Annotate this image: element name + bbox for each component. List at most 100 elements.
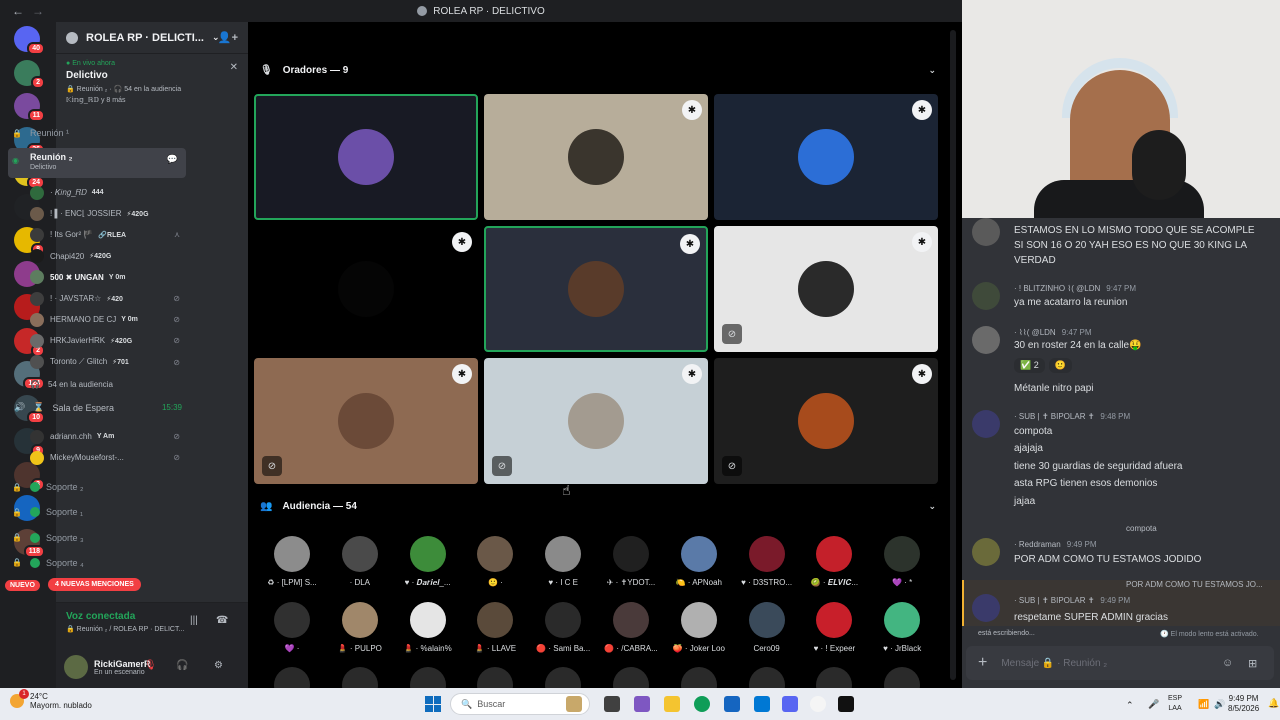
chat-bubble-icon[interactable]: 💬 [167, 154, 178, 165]
wifi-icon[interactable]: 📶 [1198, 699, 1209, 709]
reaction-check[interactable]: ✅ 2 [1014, 358, 1045, 373]
channel-reunion-2[interactable]: ◉ Reunión ₂ Delictivo 💬 [8, 148, 186, 178]
speaker-tile[interactable]: ✱ [484, 94, 708, 220]
audience-header[interactable]: 👥 Audiencia — 54 ⌄ [260, 496, 940, 516]
widget-icon[interactable] [566, 696, 582, 712]
invite-icon[interactable]: 👤+ [218, 31, 238, 44]
audience-member[interactable]: Cero09 [735, 602, 799, 653]
voice-user[interactable]: HRKJavierHRK ⚡420G ⊘ [30, 330, 186, 351]
channel-soporte[interactable]: 🔒 Soporte ₂ [8, 476, 186, 498]
audience-member[interactable] [328, 667, 392, 688]
audience-member[interactable] [396, 667, 460, 688]
reaction-add[interactable]: 🙂 [1048, 358, 1072, 373]
speaker-tile[interactable]: ✱ ⊘ [484, 358, 708, 484]
stage-scrollbar[interactable] [950, 30, 956, 680]
audience-member[interactable]: 🍑 · Joker Loo [667, 602, 731, 653]
speaker-tile[interactable] [254, 94, 478, 220]
settings-gear-icon[interactable]: ⚙ [214, 660, 223, 671]
audience-member[interactable]: ♥ · 𝑫𝒂𝒓𝒊𝒆𝒍_... [396, 536, 460, 588]
audience-member[interactable]: 💜 · * [870, 536, 934, 587]
channel-reunion-1[interactable]: 🔒 Reunión ¹ [8, 122, 186, 144]
audience-count[interactable]: 🎧 54 en la audiencia [30, 374, 186, 395]
windows-start-icon[interactable] [425, 696, 441, 712]
channel-sala-de-espera[interactable]: 🔊 ⌛ Sala de Espera 15:39 [8, 402, 186, 413]
emoji-icon[interactable]: ☺ [1222, 657, 1233, 669]
audience-member[interactable]: 🥝 · 𝑬𝑳𝑽𝑰𝑪... [802, 536, 866, 588]
speaker-tile[interactable]: ✱ [254, 226, 478, 352]
server-icon[interactable]: 2 [14, 59, 45, 89]
task-view-icon[interactable] [604, 696, 620, 712]
disconnect-icon[interactable]: ☎ [216, 615, 228, 626]
channel-soporte[interactable]: 🔒 Soporte ₄ [8, 552, 186, 574]
audience-member[interactable] [531, 667, 595, 688]
edge-browser-icon[interactable] [694, 696, 710, 712]
reply-preview[interactable]: POR ADM COMO TU ESTAMOS JO... [1126, 580, 1263, 589]
weather-widget[interactable]: 1 24°C Mayorm. nublado [10, 689, 92, 710]
audience-member[interactable]: 🙂 · [463, 536, 527, 587]
copilot-icon[interactable] [634, 696, 650, 712]
voice-user[interactable]: ! Its Gor² 🏴 🔗RLEA ⋏ [30, 224, 186, 245]
store-icon[interactable] [724, 696, 740, 712]
speakers-header[interactable]: 🎙 Oradores — 9 ⌄ [260, 60, 940, 80]
mute-icon[interactable]: 🎙 [144, 660, 157, 671]
notification-bell-icon[interactable]: 🔔 [1268, 698, 1279, 708]
soundwave-icon[interactable]: ||| [190, 615, 198, 626]
audience-member[interactable] [870, 667, 934, 688]
audience-member[interactable]: 💄 · PULPO [328, 602, 392, 653]
voice-user[interactable]: Toronto ⟋ Glitch ⚡701 ⊘ [30, 352, 186, 373]
live-stage-card[interactable]: ● En vivo ahora Delictivo 🔒 Reunión ₂ · … [56, 54, 248, 110]
speaker-tile[interactable]: ✱ [484, 226, 708, 352]
channel-soporte[interactable]: 🔒 Soporte ₁ [8, 501, 186, 523]
speaker-tile[interactable]: ✱ ⊘ [714, 226, 938, 352]
language-indicator[interactable]: ESP LAA [1168, 694, 1182, 714]
message-input[interactable]: + Mensaje 🔒 · Reunión ₂ ☺ ⊞ [966, 646, 1274, 680]
audience-member[interactable]: ♥ · ! Expeer [802, 602, 866, 653]
plus-icon[interactable]: + [978, 654, 987, 672]
audience-member[interactable]: ♥ · I C E [531, 536, 595, 587]
audience-member[interactable] [667, 667, 731, 688]
chevron-up-icon[interactable]: ⌃ [1126, 700, 1134, 710]
avatar[interactable] [64, 655, 88, 679]
waiting-user[interactable]: MickeyMouseforst-... ⊘ [30, 447, 186, 468]
volume-icon[interactable]: 🔊 [1214, 699, 1225, 709]
audience-member[interactable]: 💄 · %alain% [396, 602, 460, 653]
back-arrow-icon[interactable]: ← [12, 4, 24, 18]
audience-member[interactable]: ♻ · [LPM] S... [260, 536, 324, 587]
audience-member[interactable]: ✈ · ✝YDOT... [599, 536, 663, 587]
speaker-tile[interactable]: ✱ [714, 94, 938, 220]
server-icon[interactable]: 11 [14, 93, 45, 122]
voice-user[interactable]: ! ▌· ENC⌊ JOSSIER ⚡420G [30, 203, 186, 224]
voice-user[interactable]: ! · JAVSTAR☆ ⚡420 ⊘ [30, 288, 186, 309]
audience-member[interactable] [463, 667, 527, 688]
voice-user[interactable]: Chapi420 ⚡420G [30, 246, 186, 267]
audience-member[interactable]: 💜 · [260, 602, 324, 653]
file-explorer-icon[interactable] [664, 696, 680, 712]
audience-member[interactable]: · DLA [328, 536, 392, 587]
audience-member[interactable]: 💄 · LLAVE [463, 602, 527, 653]
audience-member[interactable] [599, 667, 663, 688]
speaker-tile[interactable]: ✱ ⊘ [714, 358, 938, 484]
new-badge[interactable]: NUEVO [5, 580, 40, 591]
close-icon[interactable]: ✕ [230, 62, 238, 73]
channel-soporte[interactable]: 🔒 Soporte ₃ [8, 527, 186, 549]
audience-member[interactable]: 🔴 · /CABRA... [599, 602, 663, 653]
waiting-user[interactable]: adriann.chh Y Am ⊘ [30, 426, 186, 447]
discord-icon[interactable] [782, 696, 798, 712]
audience-member[interactable] [260, 667, 324, 688]
audience-member[interactable] [802, 667, 866, 688]
audience-member[interactable]: ♥ · D3STRO... [735, 536, 799, 587]
tiktok-icon[interactable] [838, 696, 854, 712]
chrome-icon[interactable] [810, 696, 826, 712]
new-mentions-badge[interactable]: 4 NUEVAS MENCIONES [48, 578, 141, 591]
forward-arrow-icon[interactable]: → [32, 4, 44, 18]
chevron-down-icon[interactable]: ⌄ [928, 501, 936, 512]
speaker-tile[interactable]: ✱ ⊘ [254, 358, 478, 484]
reply-preview[interactable]: compota [1126, 524, 1157, 533]
chevron-down-icon[interactable]: ⌄ [928, 65, 936, 76]
voice-user[interactable]: 500 ✖ UNGAN Y 0m [30, 267, 186, 288]
headphones-icon[interactable]: 🎧 [176, 660, 188, 671]
voice-channel[interactable]: 🔒 Reunión ₂ / ROLEA RP · DELICT... [66, 625, 238, 633]
mic-tray-icon[interactable]: 🎤 [1148, 699, 1159, 709]
server-icon[interactable]: 40 [14, 26, 45, 55]
audience-member[interactable]: 🍋 · APNoah [667, 536, 731, 587]
